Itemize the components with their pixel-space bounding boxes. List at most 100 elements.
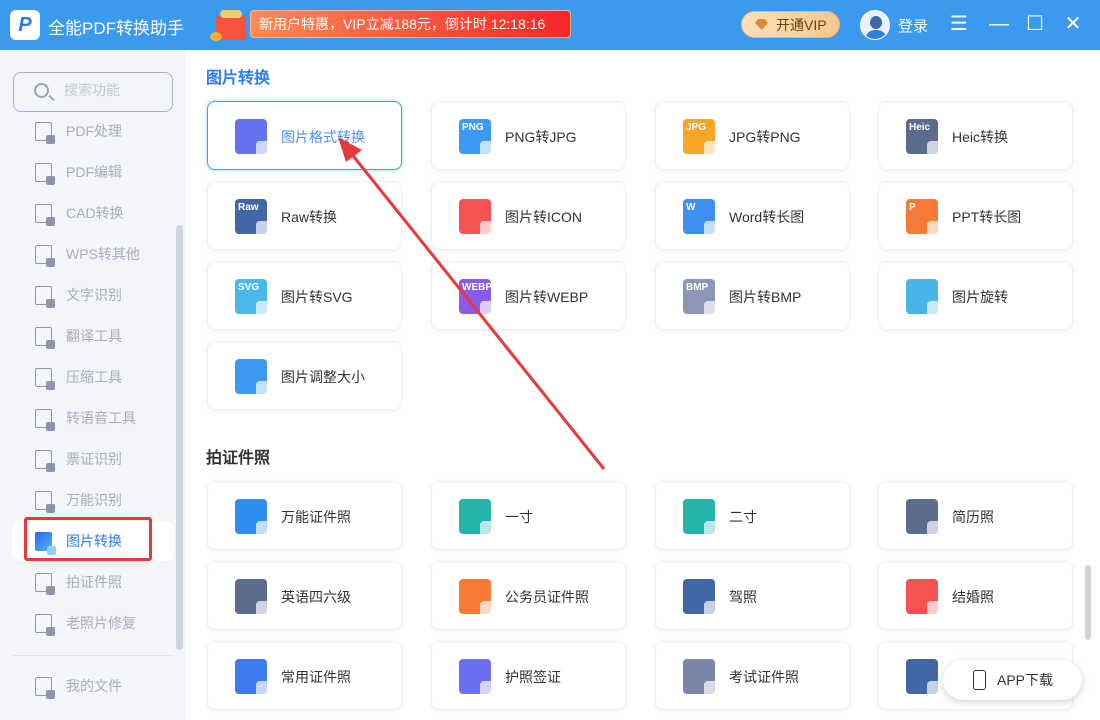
feature-card[interactable]: 万能证件照 <box>207 481 402 550</box>
feature-card[interactable]: 考试证件照 <box>655 641 850 710</box>
feature-card[interactable]: SVG 图片转SVG <box>207 261 402 330</box>
feature-card[interactable]: PNG PNG转JPG <box>431 101 626 170</box>
sidebar-item-icon <box>35 368 55 390</box>
sidebar-item[interactable]: 拍证件照 <box>12 562 174 602</box>
sidebar-item-icon <box>35 204 55 226</box>
open-vip-button[interactable]: 开通VIP <box>741 11 840 38</box>
feature-icon: WEBP <box>459 279 496 317</box>
feature-icon <box>906 499 943 537</box>
maximize-icon[interactable]: ☐ <box>1023 12 1047 36</box>
minimize-icon[interactable]: — <box>987 12 1011 36</box>
sidebar-item[interactable]: 票证识别 <box>12 439 174 479</box>
app-logo: P <box>10 10 40 40</box>
feature-card[interactable]: 图片格式转换 <box>207 101 402 170</box>
avatar[interactable] <box>860 10 890 40</box>
main-content: 图片转换图片格式转换 PNG PNG转JPG JPG JPG转PNG Heic Heic转换… <box>186 50 1100 720</box>
feature-icon <box>683 499 720 537</box>
feature-card[interactable]: 驾照 <box>655 561 850 630</box>
sidebar-item[interactable]: 翻译工具 <box>12 316 174 356</box>
sidebar-item[interactable]: CAD转换 <box>12 193 174 233</box>
sidebar-item[interactable]: 转语音工具 <box>12 398 174 438</box>
feature-icon: Heic <box>906 119 943 157</box>
feature-icon <box>683 579 720 617</box>
feature-icon: SVG <box>235 279 272 317</box>
sidebar-item[interactable]: 老照片修复 <box>12 603 174 643</box>
sidebar-item[interactable]: 压缩工具 <box>12 357 174 397</box>
sidebar-item[interactable]: 文字识别 <box>12 275 174 315</box>
sidebar-item-icon <box>35 327 55 349</box>
feature-card[interactable]: 英语四六级 <box>207 561 402 630</box>
feature-card[interactable]: 常用证件照 <box>207 641 402 710</box>
feature-card[interactable]: JPG JPG转PNG <box>655 101 850 170</box>
sidebar-item-my-files[interactable]: 我的文件 <box>12 666 174 706</box>
app-title: 全能PDF转换助手 <box>48 19 184 38</box>
feature-card[interactable]: 公务员证件照 <box>431 561 626 630</box>
feature-icon <box>906 659 943 697</box>
sidebar-scrollbar[interactable] <box>176 225 183 650</box>
title-bar: P 全能PDF转换助手 新用户特惠，VIP立减188元，倒计时 12:18:16… <box>0 0 1100 50</box>
feature-card[interactable]: P PPT转长图 <box>878 181 1073 250</box>
feature-card[interactable]: 二寸 <box>655 481 850 550</box>
feature-icon: W <box>683 199 720 237</box>
feature-card[interactable]: Heic Heic转换 <box>878 101 1073 170</box>
feature-card[interactable]: W Word转长图 <box>655 181 850 250</box>
feature-icon: PNG <box>459 119 496 157</box>
feature-icon: P <box>906 199 943 237</box>
menu-icon[interactable]: ☰ <box>947 12 971 36</box>
file-icon <box>35 677 55 699</box>
sidebar-item-icon <box>35 614 55 636</box>
sidebar-item[interactable]: PDF编辑 <box>12 152 174 192</box>
feature-card[interactable]: 图片转ICON <box>431 181 626 250</box>
feature-card[interactable]: 护照签证 <box>431 641 626 710</box>
sidebar-item-icon <box>35 245 55 267</box>
sidebar-item-icon <box>35 122 55 144</box>
sidebar: 我的文件 PDF处理PDF编辑CAD转换WPS转其他文字识别翻译工具压缩工具转语… <box>0 50 186 720</box>
sidebar-item-icon <box>35 163 55 185</box>
sidebar-item-icon <box>35 286 55 308</box>
sidebar-item[interactable]: WPS转其他 <box>12 234 174 274</box>
promo-banner[interactable]: 新用户特惠，VIP立减188元，倒计时 12:18:16 <box>250 10 571 38</box>
gift-icon[interactable] <box>210 6 250 42</box>
feature-icon <box>683 659 720 697</box>
feature-icon <box>459 579 496 617</box>
search-icon <box>34 83 49 98</box>
feature-icon <box>459 199 496 237</box>
feature-card[interactable]: Raw Raw转换 <box>207 181 402 250</box>
feature-card[interactable]: BMP 图片转BMP <box>655 261 850 330</box>
app-download-button[interactable]: APP下载 <box>943 660 1082 700</box>
feature-card[interactable]: 图片旋转 <box>878 261 1073 330</box>
feature-icon <box>235 499 272 537</box>
feature-card[interactable]: 图片调整大小 <box>207 341 402 410</box>
sidebar-item[interactable]: PDF处理 <box>12 111 174 151</box>
highlight-box <box>24 517 152 561</box>
feature-icon <box>906 279 943 317</box>
feature-icon <box>906 579 943 617</box>
feature-icon: Raw <box>235 199 272 237</box>
search-input[interactable] <box>64 82 164 98</box>
feature-icon: BMP <box>683 279 720 317</box>
search-box[interactable] <box>13 72 173 112</box>
feature-icon <box>459 659 496 697</box>
section-title: 拍证件照 <box>206 450 271 467</box>
feature-icon <box>235 359 272 397</box>
feature-icon: JPG <box>683 119 720 157</box>
feature-icon <box>235 119 272 157</box>
feature-card[interactable]: 结婚照 <box>878 561 1073 630</box>
sidebar-item-icon <box>35 450 55 472</box>
feature-card[interactable]: WEBP 图片转WEBP <box>431 261 626 330</box>
feature-card[interactable]: 一寸 <box>431 481 626 550</box>
main-scrollbar[interactable] <box>1085 565 1091 640</box>
section-title: 图片转换 <box>206 70 271 87</box>
sidebar-item[interactable]: 万能识别 <box>12 480 174 520</box>
close-icon[interactable]: ✕ <box>1061 12 1085 36</box>
diamond-icon <box>755 19 768 30</box>
sidebar-item-icon <box>35 409 55 431</box>
sidebar-item-icon <box>35 491 55 513</box>
login-button[interactable]: 登录 <box>898 15 928 36</box>
feature-icon <box>235 579 272 617</box>
phone-icon <box>973 670 986 690</box>
feature-icon <box>459 499 496 537</box>
feature-card[interactable]: 简历照 <box>878 481 1073 550</box>
sidebar-item-icon <box>35 573 55 595</box>
sidebar-divider <box>12 655 174 656</box>
